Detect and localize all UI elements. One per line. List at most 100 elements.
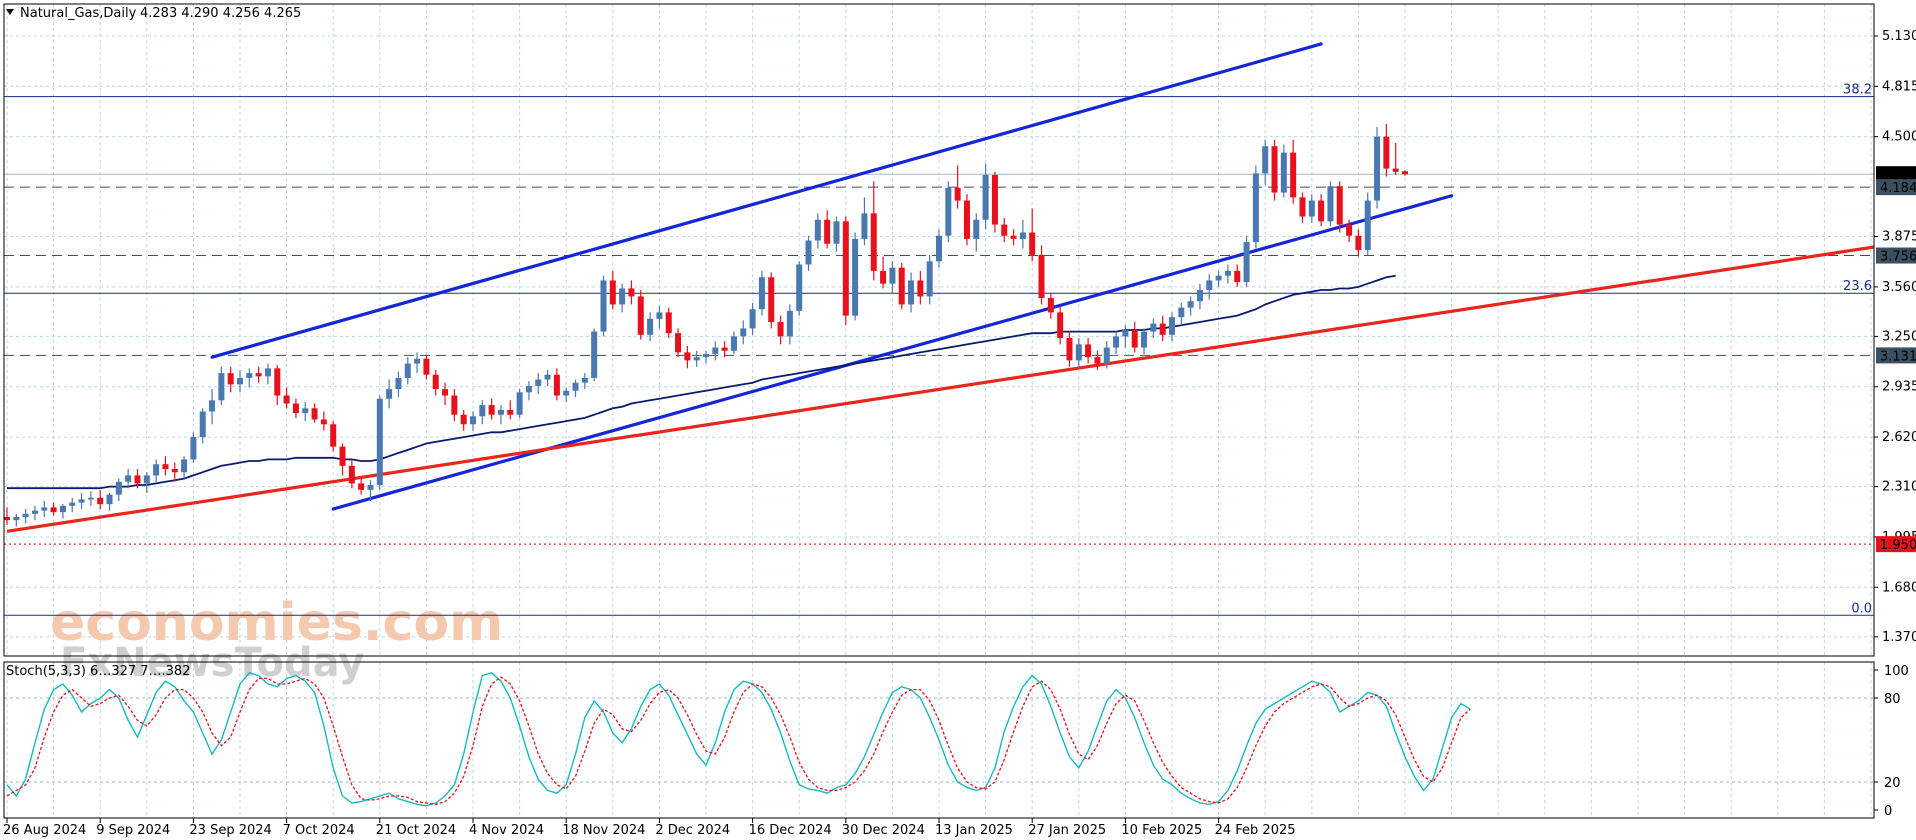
candle xyxy=(1364,192,1371,255)
candle-body xyxy=(255,373,262,377)
candle-body xyxy=(1252,173,1259,243)
candle-body xyxy=(13,516,20,521)
candle-body xyxy=(264,368,271,377)
candle-body xyxy=(525,385,532,393)
candle-body xyxy=(69,502,76,506)
candle-body xyxy=(982,174,989,220)
candle-body xyxy=(171,469,178,473)
candle xyxy=(1243,235,1250,287)
candle-body xyxy=(833,221,840,244)
candle xyxy=(591,328,598,382)
candle-body xyxy=(507,409,514,415)
candle-body xyxy=(237,377,243,385)
candle-body xyxy=(162,464,169,470)
candle-body xyxy=(842,221,849,316)
candle-body xyxy=(1383,136,1390,169)
candle-body xyxy=(78,499,85,503)
candle-body xyxy=(712,347,719,354)
x-tick-label: 30 Dec 2024 xyxy=(842,823,925,838)
y-tick-label: 3.875 xyxy=(1882,230,1916,245)
candle-body xyxy=(22,513,29,517)
candle-body xyxy=(1234,270,1241,283)
level-tag: 3.756 xyxy=(1880,250,1916,265)
x-tick-label: 26 Aug 2024 xyxy=(3,823,86,838)
candle-body xyxy=(1262,146,1269,174)
y-tick-label: 2.935 xyxy=(1882,380,1916,395)
candle-body xyxy=(963,200,970,239)
candle-body xyxy=(553,374,560,396)
candle-body xyxy=(199,411,206,438)
candle-body xyxy=(619,288,626,305)
candle-body xyxy=(125,475,132,482)
candle-body xyxy=(470,416,476,425)
watermark-line2: FxNewsToday xyxy=(60,640,364,686)
candle xyxy=(1327,181,1334,227)
candle xyxy=(963,194,970,246)
candle-body xyxy=(749,309,756,329)
candle-body xyxy=(1150,323,1157,332)
candle-body xyxy=(376,398,383,486)
fib-level-label: 38.2 xyxy=(1843,83,1872,98)
candle-body xyxy=(1196,290,1203,302)
candle-body xyxy=(59,505,66,513)
candle-body xyxy=(675,333,682,353)
candle-body xyxy=(1327,186,1334,222)
candle-body xyxy=(1159,323,1166,335)
x-tick-label: 7 Oct 2024 xyxy=(283,823,355,838)
candle-body xyxy=(814,219,821,241)
candle-body xyxy=(973,219,980,239)
candle-body xyxy=(367,485,374,490)
candle-body xyxy=(693,357,700,361)
candle-body xyxy=(1001,224,1008,236)
candle-body xyxy=(460,414,467,425)
candle xyxy=(842,216,849,326)
candle-body xyxy=(889,267,896,284)
candle-body xyxy=(1243,242,1250,283)
candle-body xyxy=(945,187,952,236)
candle-body xyxy=(572,382,579,391)
candle-body xyxy=(703,353,709,358)
candle-body xyxy=(936,235,942,262)
stoch-header: Stoch(5,3,3) 6…327 7….382 xyxy=(6,664,190,679)
candle-body xyxy=(1019,232,1026,239)
candle-body xyxy=(563,390,570,396)
candle-body xyxy=(181,459,188,473)
candle-body xyxy=(824,219,831,244)
candle-body xyxy=(1029,232,1036,255)
candle-body xyxy=(647,318,654,335)
y-tick-label: 4.500 xyxy=(1882,130,1916,145)
fib-level-label: 23.6 xyxy=(1843,279,1872,294)
candle-body xyxy=(1113,336,1120,348)
candle-body xyxy=(41,507,48,511)
candle-body xyxy=(1280,152,1287,193)
candle-body xyxy=(432,374,439,390)
candle-body xyxy=(591,331,598,378)
x-tick-label: 4 Nov 2024 xyxy=(469,823,544,838)
candle-body xyxy=(730,336,737,351)
candle-body xyxy=(1169,317,1175,335)
candle-body xyxy=(917,280,924,297)
candle-body xyxy=(1122,330,1129,337)
stoch-tick-label: 100 xyxy=(1884,664,1909,679)
candle-body xyxy=(153,464,160,476)
chart-svg: economies.com FxNewsToday 38.223.60.0 5.… xyxy=(0,0,1916,840)
candle-body xyxy=(292,403,299,414)
candle-body xyxy=(1141,331,1148,348)
y-tick-label: 1.680 xyxy=(1882,580,1916,595)
candle-body xyxy=(106,494,113,505)
candle-body xyxy=(31,510,38,514)
candle-body xyxy=(302,408,309,414)
candle xyxy=(796,261,803,316)
candle-body xyxy=(684,352,691,361)
candle-body xyxy=(516,392,523,415)
x-tick-label: 21 Oct 2024 xyxy=(376,823,456,838)
candle-body xyxy=(358,483,365,490)
y-tick-label: 2.310 xyxy=(1882,480,1916,495)
candle-body xyxy=(1364,200,1371,251)
candle-body xyxy=(50,507,57,513)
candle-body xyxy=(143,475,150,484)
candle-body xyxy=(451,395,458,415)
candle-body xyxy=(898,267,905,305)
candle-body xyxy=(1075,344,1082,361)
candle-body xyxy=(1010,235,1017,239)
